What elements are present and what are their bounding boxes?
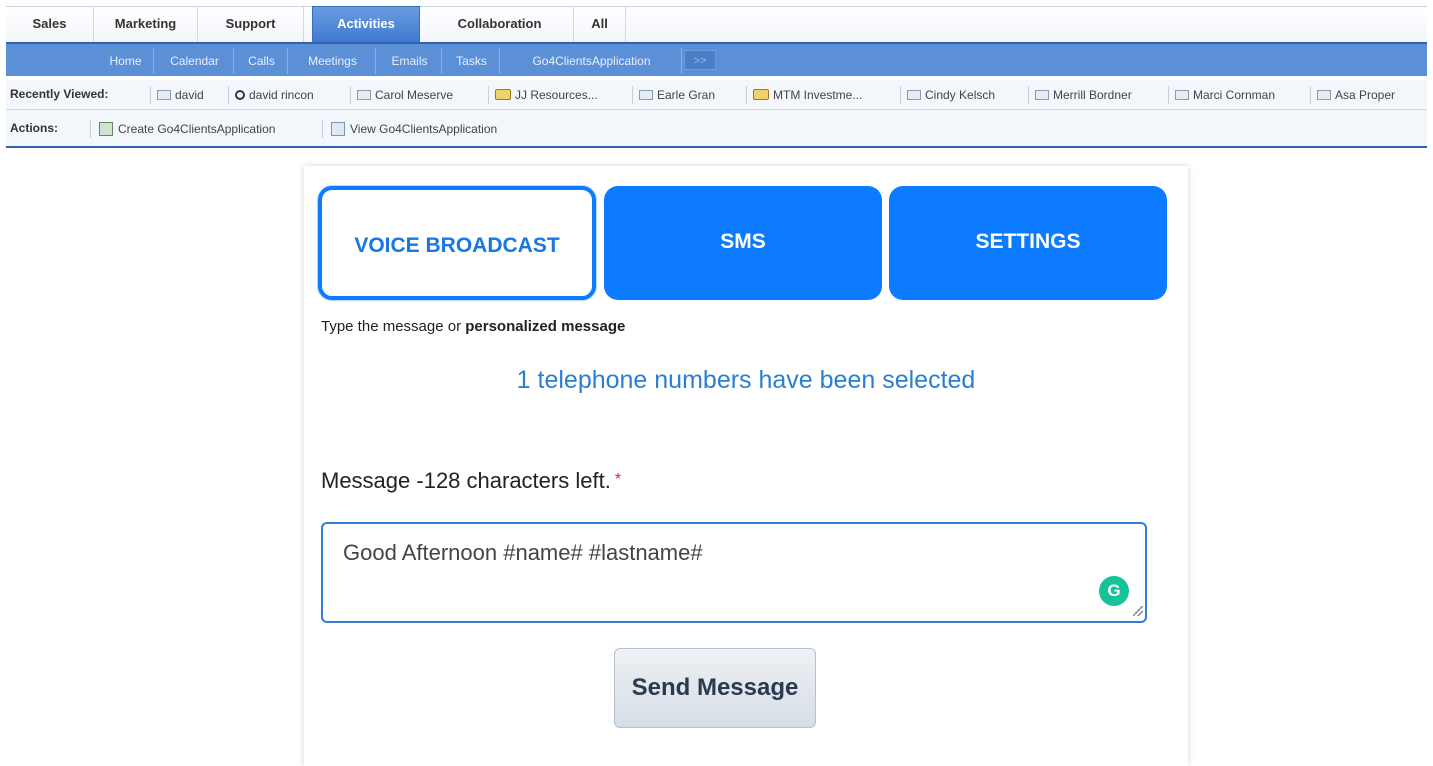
resize-handle-icon[interactable] — [1133, 606, 1143, 616]
subnav-go4clientsapplication[interactable]: Go4ClientsApplication — [502, 48, 682, 74]
tab-activities[interactable]: Activities — [312, 6, 420, 44]
recent-item[interactable]: Asa Proper — [1310, 86, 1395, 104]
personalized-message-text: personalized message — [465, 318, 626, 335]
account-folder-icon — [495, 89, 511, 100]
subnav-emails[interactable]: Emails — [378, 48, 442, 74]
subnav-meetings[interactable]: Meetings — [290, 48, 376, 74]
view-go4clientsapplication-link[interactable]: View Go4ClientsApplication — [322, 120, 497, 138]
contact-card-icon — [1175, 90, 1189, 100]
recent-item[interactable]: Earle Gran — [632, 86, 715, 104]
activities-subnav: Home Calendar Calls Meetings Emails Task… — [6, 42, 1427, 76]
contact-card-icon — [357, 90, 371, 100]
subnav-more-button[interactable]: >> — [684, 50, 716, 70]
settings-tab[interactable]: SETTINGS — [889, 186, 1167, 300]
tab-all[interactable]: All — [574, 7, 626, 43]
recent-item[interactable]: david rincon — [228, 86, 314, 104]
contact-card-icon — [1035, 90, 1049, 100]
create-go4clientsapplication-link[interactable]: Create Go4ClientsApplication — [90, 120, 275, 138]
selected-numbers-status: 1 telephone numbers have been selected — [516, 366, 976, 394]
module-tab-bar: Sales Marketing Support Activities Colla… — [6, 6, 1427, 44]
recent-item[interactable]: Carol Meserve — [350, 86, 453, 104]
contact-card-icon — [639, 90, 653, 100]
tab-support[interactable]: Support — [198, 7, 304, 43]
send-message-button[interactable]: Send Message — [614, 648, 816, 728]
message-textarea[interactable]: Good Afternoon #name# #lastname# — [321, 522, 1147, 623]
create-record-icon — [99, 122, 113, 136]
list-view-icon — [331, 122, 345, 136]
voice-broadcast-tab[interactable]: VOICE BROADCAST — [318, 186, 596, 300]
subnav-tasks[interactable]: Tasks — [444, 48, 500, 74]
required-asterisk: * — [614, 471, 622, 488]
actions-bar: Actions: Create Go4ClientsApplication Vi… — [6, 110, 1427, 148]
subnav-home[interactable]: Home — [98, 48, 154, 74]
contact-card-icon — [157, 90, 171, 100]
recent-item[interactable]: david — [150, 86, 204, 104]
grammarly-icon[interactable]: G — [1099, 576, 1129, 606]
actions-label: Actions: — [10, 121, 58, 135]
search-icon — [235, 90, 245, 100]
tab-collaboration[interactable]: Collaboration — [426, 7, 574, 43]
subnav-calendar[interactable]: Calendar — [156, 48, 234, 74]
recent-item[interactable]: Cindy Kelsch — [900, 86, 995, 104]
account-folder-icon — [753, 89, 769, 100]
recently-viewed-label: Recently Viewed: — [10, 87, 109, 101]
tab-sales[interactable]: Sales — [6, 7, 94, 43]
recent-item[interactable]: MTM Investme... — [746, 86, 862, 104]
contact-card-icon — [1317, 90, 1331, 100]
recent-item[interactable]: JJ Resources... — [488, 86, 598, 104]
recent-item[interactable]: Marci Cornman — [1168, 86, 1275, 104]
sms-tab[interactable]: SMS — [604, 186, 882, 300]
recently-viewed-bar: Recently Viewed: david david rincon Caro… — [6, 80, 1427, 110]
contact-card-icon — [907, 90, 921, 100]
recent-item[interactable]: Merrill Bordner — [1028, 86, 1132, 104]
message-hint: Type the message or personalized message — [321, 318, 626, 335]
subnav-calls[interactable]: Calls — [236, 48, 288, 74]
broadcast-panel: VOICE BROADCAST SMS SETTINGS Type the me… — [304, 166, 1188, 766]
tab-marketing[interactable]: Marketing — [94, 7, 198, 43]
message-label: Message -128 characters left. * — [321, 468, 622, 493]
